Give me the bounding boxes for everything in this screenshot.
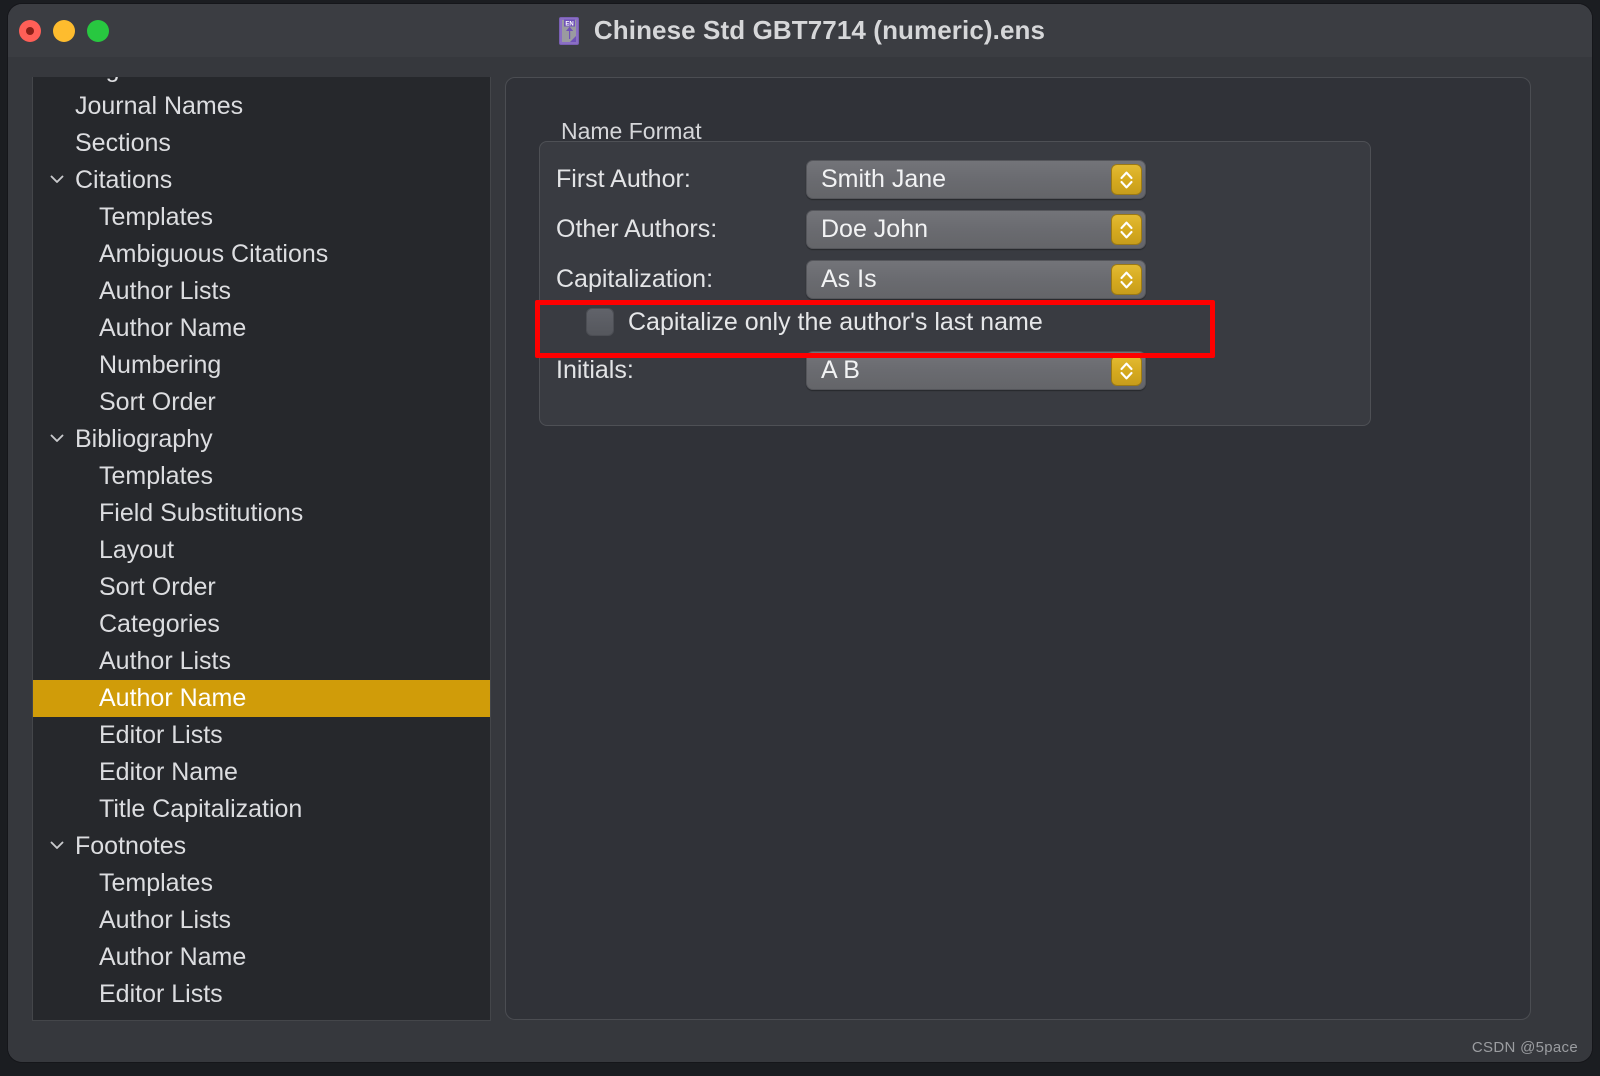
sidebar-item-footnotes[interactable]: Footnotes xyxy=(33,828,490,865)
app-window: EN Chinese Std GBT7714 (numeric).ens Pag… xyxy=(8,4,1592,1062)
form-row-initials: Initials: A B xyxy=(540,347,1370,393)
form-row-first-author: First Author: Smith Jane xyxy=(540,156,1370,202)
form-row-capitalization: Capitalization: As Is xyxy=(540,256,1370,302)
sidebar-item-label: Numbering xyxy=(99,351,222,379)
sidebar-item-label: Author Lists xyxy=(99,277,232,305)
initials-value: A B xyxy=(821,356,860,384)
sidebar-item-label: Author Lists xyxy=(99,647,232,675)
first-author-dropdown[interactable]: Smith Jane xyxy=(806,160,1146,199)
sidebar-item-label: Categories xyxy=(99,610,220,638)
document-icon: EN xyxy=(555,16,583,46)
capitalize-last-name-label: Capitalize only the author's last name xyxy=(628,308,1043,336)
title-bar-center: EN Chinese Std GBT7714 (numeric).ens xyxy=(8,4,1592,57)
sidebar-item-label: Editor Lists xyxy=(99,980,223,1008)
close-window-button[interactable] xyxy=(19,19,41,42)
initials-label: Initials: xyxy=(556,356,634,384)
sidebar-item-bibliography[interactable]: Bibliography xyxy=(33,421,490,458)
sidebar-item-label: Page Numbers xyxy=(75,77,242,82)
sidebar-item-author-lists[interactable]: Author Lists xyxy=(33,273,490,310)
sidebar-item-label: Templates xyxy=(99,203,213,231)
capitalize-last-name-row[interactable]: Capitalize only the author's last name xyxy=(540,302,1370,342)
updown-chevrons-icon[interactable] xyxy=(1111,164,1142,195)
sidebar-item-label: Author Name xyxy=(99,684,247,712)
capitalize-last-name-checkbox[interactable] xyxy=(586,308,614,336)
updown-chevrons-icon[interactable] xyxy=(1111,214,1142,245)
sidebar-item-page-numbers[interactable]: Page Numbers xyxy=(33,77,490,88)
capitalization-value: As Is xyxy=(821,265,877,293)
other-authors-label: Other Authors: xyxy=(556,215,718,243)
watermark: CSDN @5pace xyxy=(1471,1039,1578,1056)
sidebar-item-author-lists[interactable]: Author Lists xyxy=(33,902,490,939)
sidebar-item-label: Author Lists xyxy=(99,906,232,934)
twisty-placeholder xyxy=(47,132,71,156)
capitalization-label: Capitalization: xyxy=(556,265,714,293)
sidebar-item-author-name[interactable]: Author Name xyxy=(33,310,490,347)
sidebar-item-ambiguous-citations[interactable]: Ambiguous Citations xyxy=(33,236,490,273)
sidebar-item-sections[interactable]: Sections xyxy=(33,125,490,162)
sidebar-item-templates[interactable]: Templates xyxy=(33,865,490,902)
maximize-window-button[interactable] xyxy=(87,19,109,42)
sidebar-item-label: Author Name xyxy=(99,314,247,342)
chevron-down-icon[interactable] xyxy=(47,835,71,859)
sidebar-item-citations[interactable]: Citations xyxy=(33,162,490,199)
sidebar-item-label: Editor Lists xyxy=(99,721,223,749)
chevron-down-icon[interactable] xyxy=(47,169,71,193)
updown-chevrons-icon[interactable] xyxy=(1111,355,1142,386)
sidebar-item-label: Field Substitutions xyxy=(99,499,304,527)
first-author-value: Smith Jane xyxy=(821,165,947,193)
sidebar-item-editor-lists[interactable]: Editor Lists xyxy=(33,976,490,1013)
other-authors-value: Doe John xyxy=(821,215,929,243)
sidebar-item-label: Author Name xyxy=(99,943,247,971)
sidebar-item-label: Layout xyxy=(99,536,175,564)
sidebar-item-label: Bibliography xyxy=(75,425,213,453)
sidebar-item-label: Sort Order xyxy=(99,573,216,601)
sidebar-item-label: Citations xyxy=(75,166,173,194)
sidebar-item-label: Editor Name xyxy=(99,758,238,786)
title-bar: EN Chinese Std GBT7714 (numeric).ens xyxy=(8,4,1592,58)
sidebar-item-label: Footnotes xyxy=(75,832,187,860)
sidebar-list: Page Numbers Journal Names Sections Citatio… xyxy=(33,77,490,1013)
sidebar-item-templates[interactable]: Templates xyxy=(33,199,490,236)
sidebar-item-categories[interactable]: Categories xyxy=(33,606,490,643)
sidebar-item-label: Sort Order xyxy=(99,388,216,416)
sidebar-item-sort-order[interactable]: Sort Order xyxy=(33,384,490,421)
first-author-label: First Author: xyxy=(556,165,691,193)
window-title: Chinese Std GBT7714 (numeric).ens xyxy=(593,15,1046,45)
name-format-form: First Author: Smith Jane Other Authors: Doe… xyxy=(539,141,1371,426)
sidebar-item-author-name[interactable]: Author Name xyxy=(33,680,490,717)
capitalization-dropdown[interactable]: As Is xyxy=(806,260,1146,299)
initials-dropdown[interactable]: A B xyxy=(806,351,1146,390)
window-controls xyxy=(19,4,109,57)
sidebar-item-journal-names[interactable]: Journal Names xyxy=(33,88,490,125)
sidebar-item-label: Templates xyxy=(99,869,213,897)
chevron-down-icon[interactable] xyxy=(47,428,71,452)
sidebar-item-author-lists[interactable]: Author Lists xyxy=(33,643,490,680)
sidebar-item-label: Title Capitalization xyxy=(99,795,303,823)
minimize-window-button[interactable] xyxy=(53,19,75,42)
sidebar-item-field-substitutions[interactable]: Field Substitutions xyxy=(33,495,490,532)
twisty-placeholder xyxy=(47,77,71,82)
sidebar-item-title-capitalization[interactable]: Title Capitalization xyxy=(33,791,490,828)
updown-chevrons-icon[interactable] xyxy=(1111,264,1142,295)
sidebar-item-numbering[interactable]: Numbering xyxy=(33,347,490,384)
sidebar-item-editor-lists[interactable]: Editor Lists xyxy=(33,717,490,754)
sidebar-item-label: Ambiguous Citations xyxy=(99,240,329,268)
other-authors-dropdown[interactable]: Doe John xyxy=(806,210,1146,249)
sidebar-item-author-name[interactable]: Author Name xyxy=(33,939,490,976)
sidebar-item-templates[interactable]: Templates xyxy=(33,458,490,495)
settings-navigation-sidebar[interactable]: Page Numbers Journal Names Sections Citatio… xyxy=(32,77,491,1021)
svg-text:EN: EN xyxy=(565,21,573,27)
form-row-other-authors: Other Authors: Doe John xyxy=(540,206,1370,252)
sidebar-item-sort-order[interactable]: Sort Order xyxy=(33,569,490,606)
sidebar-item-label: Templates xyxy=(99,462,213,490)
sidebar-item-editor-name[interactable]: Editor Name xyxy=(33,754,490,791)
sidebar-item-layout[interactable]: Layout xyxy=(33,532,490,569)
window-content: Page Numbers Journal Names Sections Citatio… xyxy=(8,57,1592,1062)
sidebar-item-label: Sections xyxy=(75,129,171,157)
sidebar-item-label: Journal Names xyxy=(75,92,244,120)
settings-detail-panel: Name Format First Author: Smith Jane Other… xyxy=(505,77,1531,1020)
twisty-placeholder xyxy=(47,95,71,119)
